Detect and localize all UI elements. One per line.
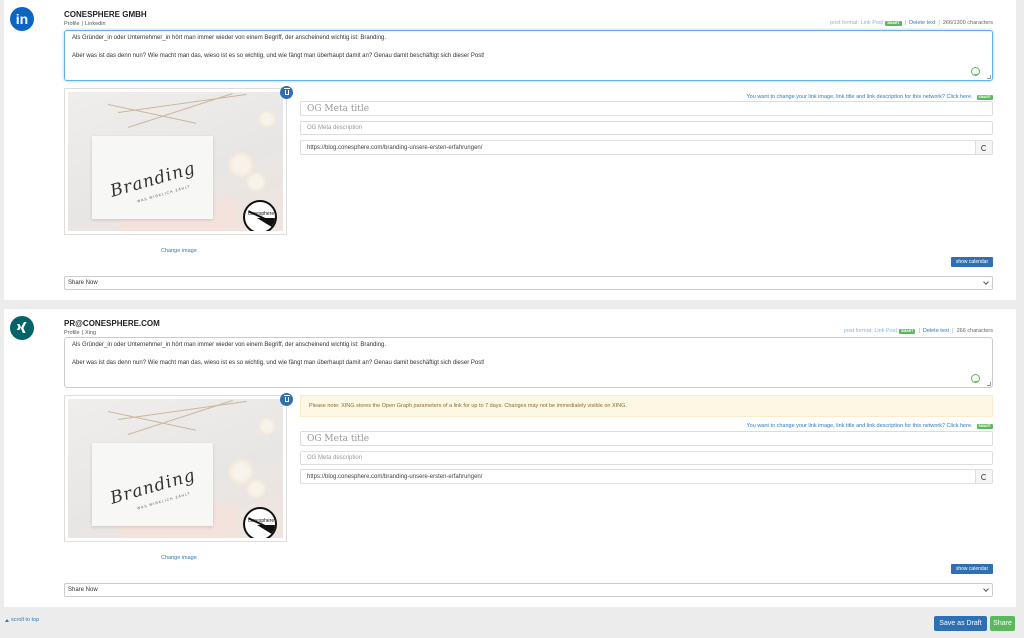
account-type: Profile [64,21,80,27]
og-description-input[interactable]: OG Meta description [300,121,993,135]
share-timing-select[interactable]: Share Now [64,276,993,290]
conesphere-logo-icon: conesphere [243,507,277,538]
resize-handle-icon[interactable] [987,382,991,386]
resize-handle-icon[interactable] [987,75,991,79]
xing-cache-notice: Please note: XING stores the Open Graph … [300,395,993,417]
smart-badge: SMART [898,328,916,334]
conesphere-logo-icon: conesphere [243,200,277,231]
refresh-button[interactable] [975,141,992,154]
post-format-label[interactable]: post format: Link Post [844,328,897,334]
char-count: 266 characters [956,328,993,334]
delete-image-button[interactable] [280,86,293,99]
account-type: Profile [64,330,80,336]
post-card-linkedin: in CONESPHERE GMBH Profile | Linkedin post… [4,0,1016,300]
post-text-line: Aber was ist das denn nun? Wie macht man… [72,53,485,59]
emoji-icon[interactable] [971,67,980,76]
post-card-xing: PR@CONESPHERE.COM Profile | Xing post form… [4,309,1016,607]
og-title-input[interactable]: OG Meta title [300,101,993,116]
char-count: 266/1300 characters [942,20,993,26]
post-text-area[interactable]: Als Gründer_in oder Unternehmer_in hört … [64,30,993,81]
post-meta: post format: Link Post SMART | Delete te… [830,20,993,26]
account-name: PR@CONESPHERE.COM [64,319,160,328]
smart-badge: SMART [976,423,993,429]
og-edit-hint[interactable]: You want to change your link image, link… [747,94,993,100]
link-preview-image: Branding WAS WIRKLICH ZÄHLT conesphere [68,399,283,538]
post-meta: post format: Link Post SMART | Delete te… [843,328,993,334]
show-calendar-button[interactable]: show calendar [951,564,993,574]
delete-text-link[interactable]: Delete text [923,328,949,334]
trash-icon [283,88,290,95]
link-image-frame: Branding WAS WIRKLICH ZÄHLT conesphere [64,88,287,235]
caret-up-icon [5,618,9,622]
share-timing-select[interactable]: Share Now [64,583,993,597]
account-subtitle: Profile | Linkedin [64,21,106,27]
smart-badge: SMART [976,94,993,100]
scroll-to-top-link[interactable]: scroll to top [5,617,39,623]
og-url-input[interactable]: https://blog.conesphere.com/branding-uns… [300,140,993,155]
delete-image-button[interactable] [280,393,293,406]
link-preview-image: Branding WAS WIRKLICH ZÄHLT conesphere [68,92,283,231]
og-description-input[interactable]: OG Meta description [300,451,993,465]
share-button[interactable]: Share [990,616,1015,631]
refresh-icon [981,473,987,480]
link-image-frame: Branding WAS WIRKLICH ZÄHLT conesphere [64,395,287,542]
account-network: Xing [85,330,97,336]
show-calendar-button[interactable]: show calendar [951,257,993,267]
refresh-button[interactable] [975,470,992,483]
og-edit-hint[interactable]: You want to change your link image, link… [747,423,993,429]
post-text-line: Als Gründer_in oder Unternehmer_in hört … [72,342,387,348]
chevron-down-icon [983,279,989,285]
save-draft-button[interactable]: Save as Draft [934,616,987,631]
account-name: CONESPHERE GMBH [64,10,147,19]
og-title-input[interactable]: OG Meta title [300,431,993,446]
account-subtitle: Profile | Xing [64,330,97,336]
refresh-icon [981,144,987,151]
delete-text-link[interactable]: Delete text [909,20,935,26]
emoji-icon[interactable] [971,374,980,383]
post-text-line: Als Gründer_in oder Unternehmer_in hört … [72,35,387,41]
chevron-down-icon [983,586,989,592]
post-text-line: Aber was ist das denn nun? Wie macht man… [72,360,485,366]
trash-icon [283,395,290,402]
post-text-area[interactable]: Als Gründer_in oder Unternehmer_in hört … [64,337,993,388]
smart-badge: SMART [885,20,902,26]
linkedin-icon: in [10,7,34,31]
post-format-label[interactable]: post format: Link Post [830,20,883,26]
account-network: Linkedin [85,21,106,27]
change-image-link[interactable]: Change image [161,248,197,254]
og-url-input[interactable]: https://blog.conesphere.com/branding-uns… [300,469,993,484]
change-image-link[interactable]: Change image [161,555,197,561]
xing-icon [10,316,34,340]
